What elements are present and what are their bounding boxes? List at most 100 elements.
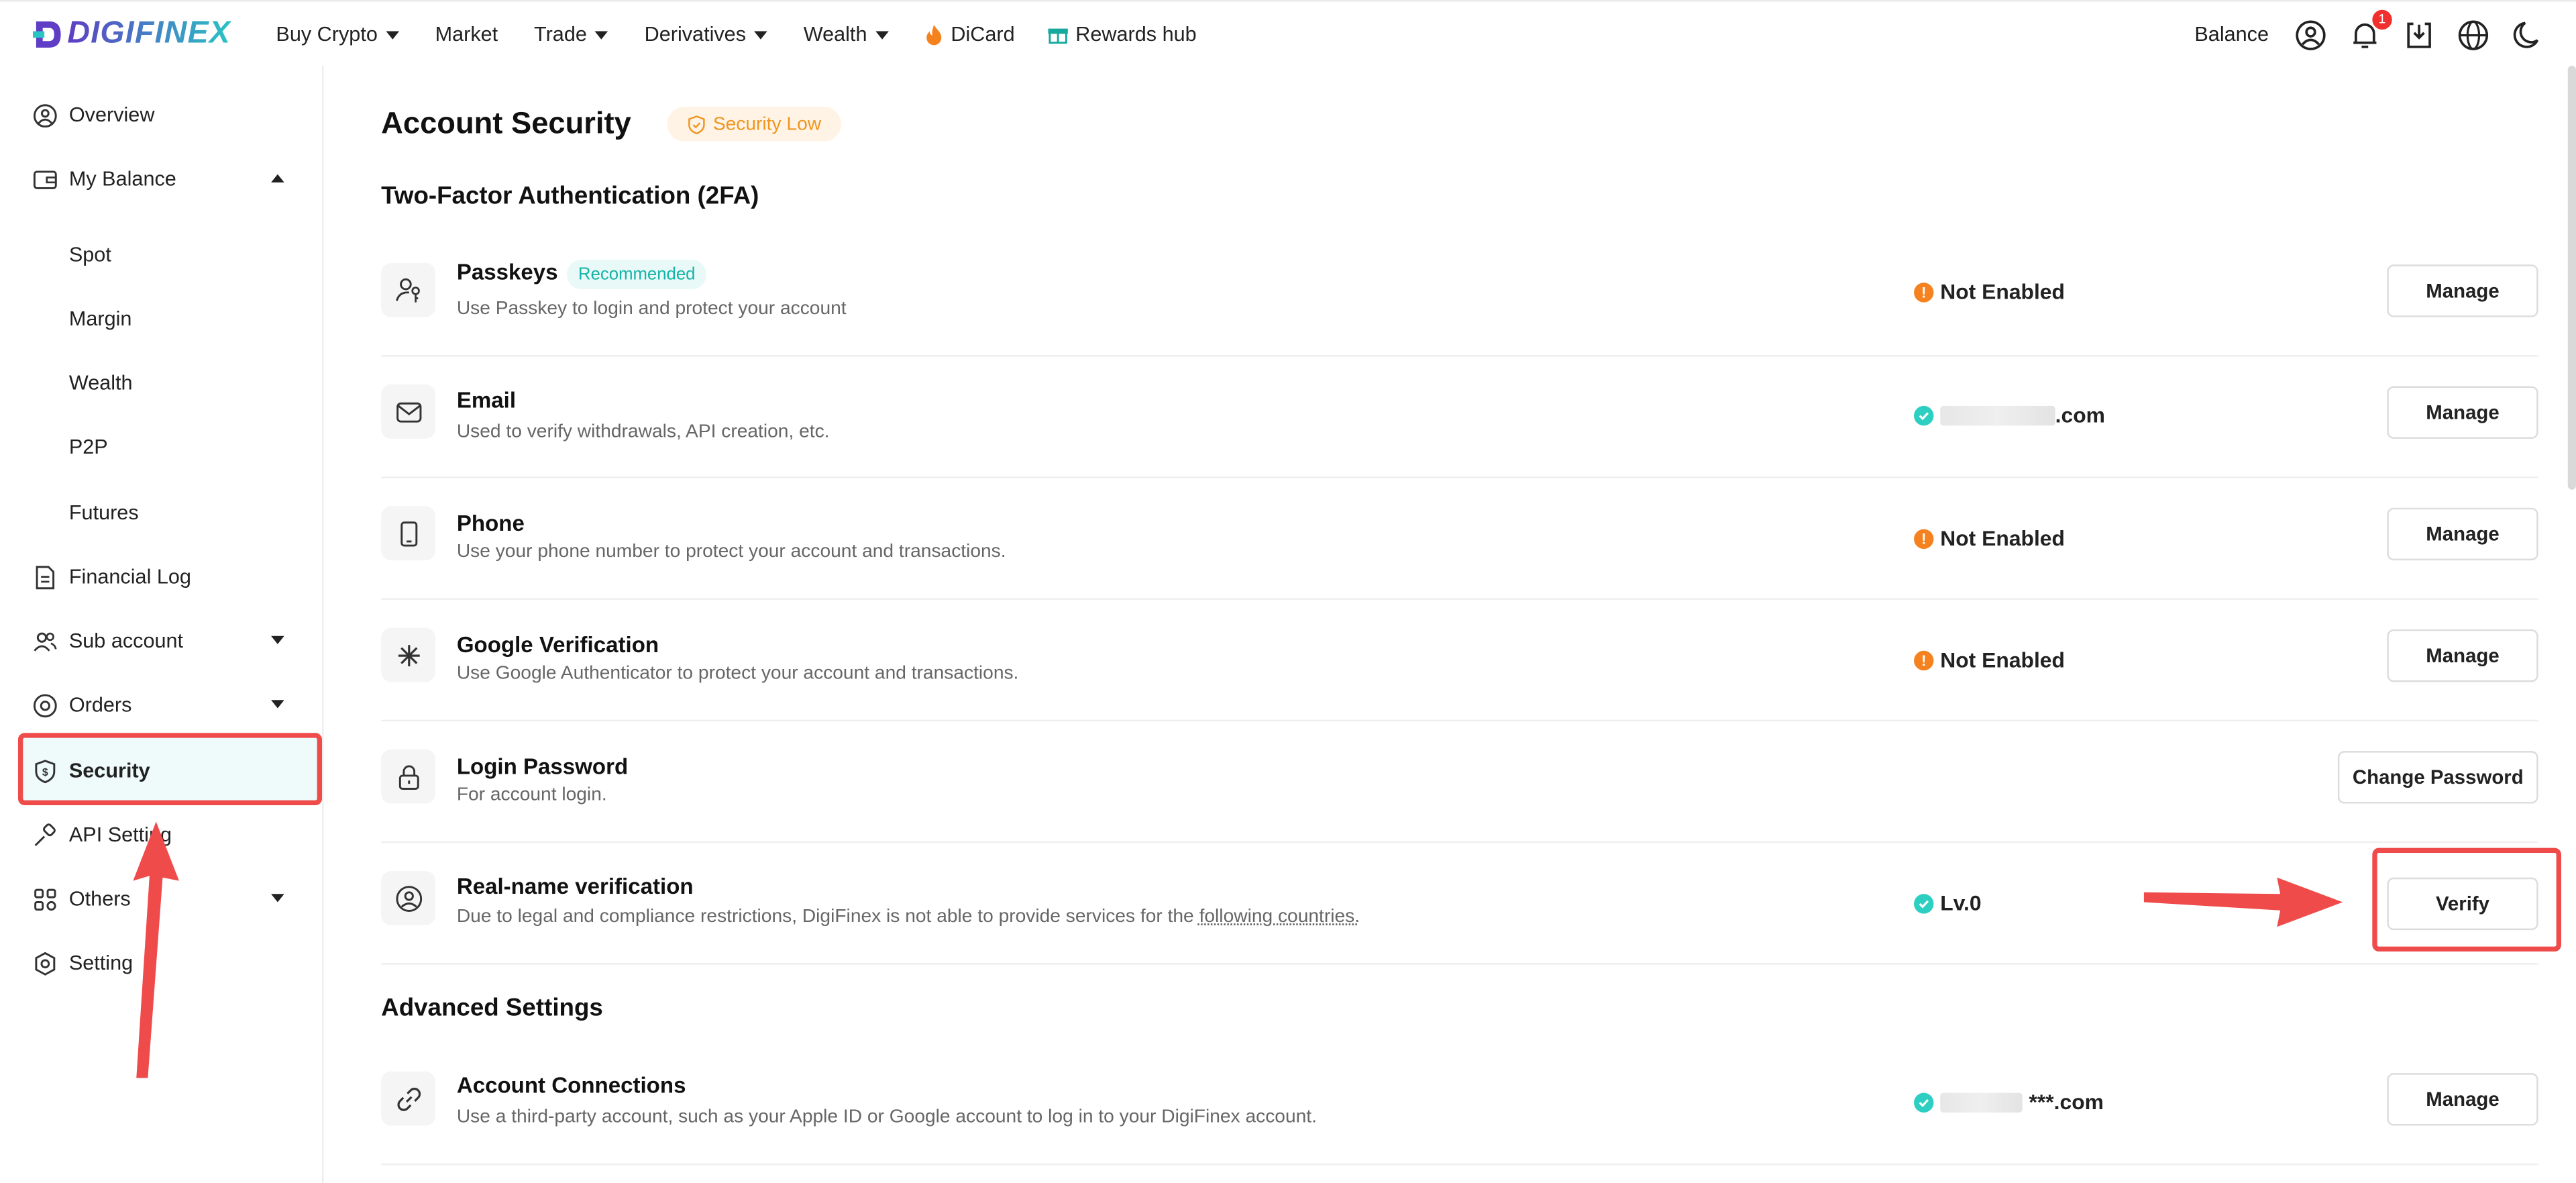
- chevron-down-icon: [271, 894, 284, 902]
- section-title-2fa: Two-Factor Authentication (2FA): [381, 183, 759, 211]
- row-status: ! Not Enabled: [1914, 526, 2065, 551]
- brand-name: DIGIFINEX: [67, 16, 231, 52]
- fire-icon: [924, 24, 943, 46]
- nav-buy-crypto[interactable]: Buy Crypto: [276, 23, 398, 46]
- check-circle-icon: [1914, 893, 1933, 913]
- passkeys-manage-button[interactable]: Manage: [2387, 264, 2538, 317]
- nav-label: Rewards hub: [1075, 23, 1196, 46]
- recommended-tag: Recommended: [567, 260, 707, 289]
- globe-icon[interactable]: [2458, 19, 2489, 50]
- check-circle-icon: [1914, 1092, 1933, 1111]
- sidebar-item-label: My Balance: [69, 168, 176, 191]
- nav-market[interactable]: Market: [435, 23, 498, 46]
- api-icon: [33, 823, 58, 847]
- nav-rewards-hub[interactable]: Rewards hub: [1048, 23, 1197, 46]
- status-text: Lv.0: [1940, 890, 1981, 915]
- chevron-down-icon: [271, 636, 284, 644]
- sidebar-item-margin[interactable]: Margin: [19, 286, 320, 352]
- masked-account: [1940, 1092, 2022, 1111]
- sidebar-item-financial-log[interactable]: Financial Log: [19, 544, 320, 610]
- security-row-account-connections: Account Connections Use a third-party ac…: [381, 1042, 2538, 1166]
- bell-icon[interactable]: 1: [2349, 19, 2381, 50]
- chevron-down-icon: [271, 700, 284, 708]
- security-row-login-password: Login Password For account login. Change…: [381, 720, 2538, 843]
- sidebar-item-sub-account[interactable]: Sub account: [19, 608, 320, 674]
- nav-dicard[interactable]: DiCard: [924, 23, 1014, 46]
- sidebar-item-label: Wealth: [69, 371, 133, 394]
- users-icon: [33, 629, 58, 654]
- grid-icon: [33, 886, 58, 911]
- nav-derivatives[interactable]: Derivatives: [645, 23, 767, 46]
- warning-icon: !: [1914, 282, 1933, 301]
- nav-wealth[interactable]: Wealth: [804, 23, 889, 46]
- row-title: Email: [457, 388, 516, 413]
- email-manage-button[interactable]: Manage: [2387, 387, 2538, 439]
- row-title: Real-name verification: [457, 874, 694, 899]
- sidebar-item-label: Margin: [69, 307, 132, 330]
- google-verification-manage-button[interactable]: Manage: [2387, 629, 2538, 682]
- sidebar-item-label: Spot: [69, 243, 111, 266]
- annotation-highlight-security: [18, 733, 322, 805]
- row-description: Use your phone number to protect your ac…: [457, 542, 1006, 562]
- sidebar-item-label: Orders: [69, 693, 132, 716]
- row-description: Use Passkey to login and protect your ac…: [457, 299, 847, 319]
- security-level-badge: Security Low: [667, 107, 841, 141]
- following-countries-link[interactable]: following countries.: [1199, 907, 1360, 927]
- moon-icon[interactable]: [2512, 19, 2543, 50]
- sidebar-item-p2p[interactable]: P2P: [19, 414, 320, 480]
- row-description: For account login.: [457, 786, 607, 805]
- row-description: Used to verify withdrawals, API creation…: [457, 422, 830, 442]
- link-icon: [381, 1072, 435, 1126]
- row-status: ! Not Enabled: [1914, 648, 2065, 672]
- nav-label: Buy Crypto: [276, 23, 377, 46]
- account-icon[interactable]: [2295, 19, 2326, 50]
- sidebar-item-spot[interactable]: Spot: [19, 222, 320, 288]
- row-title: Login Password: [457, 754, 628, 779]
- passkey-icon: [381, 263, 435, 317]
- row-title: Passkeys: [457, 260, 558, 285]
- annotation-highlight-verify: [2372, 848, 2561, 951]
- status-text: .com: [2055, 403, 2105, 427]
- nav-trade[interactable]: Trade: [534, 23, 608, 46]
- balance-link[interactable]: Balance: [2194, 23, 2269, 46]
- chevron-down-icon: [754, 30, 767, 38]
- sidebar-item-overview[interactable]: Overview: [19, 82, 320, 148]
- download-icon[interactable]: [2404, 19, 2435, 50]
- status-text: Not Enabled: [1940, 526, 2065, 551]
- security-row-phone: Phone Use your phone number to protect y…: [381, 476, 2538, 600]
- row-status: ! Not Enabled: [1914, 279, 2065, 304]
- row-status: ***.com: [1914, 1090, 2104, 1115]
- sidebar-item-my-balance[interactable]: My Balance: [19, 146, 320, 212]
- security-row-email: Email Used to verify withdrawals, API cr…: [381, 355, 2538, 478]
- nav-right: Balance 1: [2194, 1, 2543, 67]
- phone-manage-button[interactable]: Manage: [2387, 508, 2538, 560]
- notification-count: 1: [2372, 9, 2392, 28]
- lock-icon: [381, 750, 435, 804]
- warning-icon: !: [1914, 528, 1933, 548]
- top-navigation: DIGIFINEX Buy Crypto Market Trade Deriva…: [0, 0, 2576, 67]
- gear-icon: [33, 951, 58, 976]
- brand-logo[interactable]: DIGIFINEX: [33, 16, 231, 52]
- sidebar-item-orders[interactable]: Orders: [19, 672, 320, 738]
- user-circle-icon: [33, 103, 58, 127]
- row-title: Google Verification: [457, 633, 659, 658]
- logo-mark-icon: [33, 18, 62, 51]
- sidebar-item-wealth[interactable]: Wealth: [19, 350, 320, 416]
- page-scrollbar[interactable]: [2568, 66, 2576, 490]
- security-row-passkeys: Passkeys Recommended Use Passkey to logi…: [381, 234, 2538, 357]
- page-title: Account Security: [381, 105, 631, 142]
- description-text: Due to legal and compliance restrictions…: [457, 907, 1199, 927]
- row-title: Account Connections: [457, 1073, 686, 1098]
- sidebar-item-label: Sub account: [69, 629, 183, 652]
- account-connections-manage-button[interactable]: Manage: [2387, 1073, 2538, 1125]
- annotation-arrow-up-icon: [115, 815, 197, 1085]
- row-status: Lv.0: [1914, 890, 1982, 915]
- change-password-button[interactable]: Change Password: [2338, 751, 2538, 803]
- security-level-text: Security Low: [713, 114, 821, 134]
- wallet-icon: [33, 167, 58, 192]
- sidebar-item-futures[interactable]: Futures: [19, 480, 320, 546]
- chevron-down-icon: [595, 30, 608, 38]
- id-icon: [381, 871, 435, 925]
- phone-icon: [381, 506, 435, 560]
- sidebar-item-label: Overview: [69, 103, 155, 126]
